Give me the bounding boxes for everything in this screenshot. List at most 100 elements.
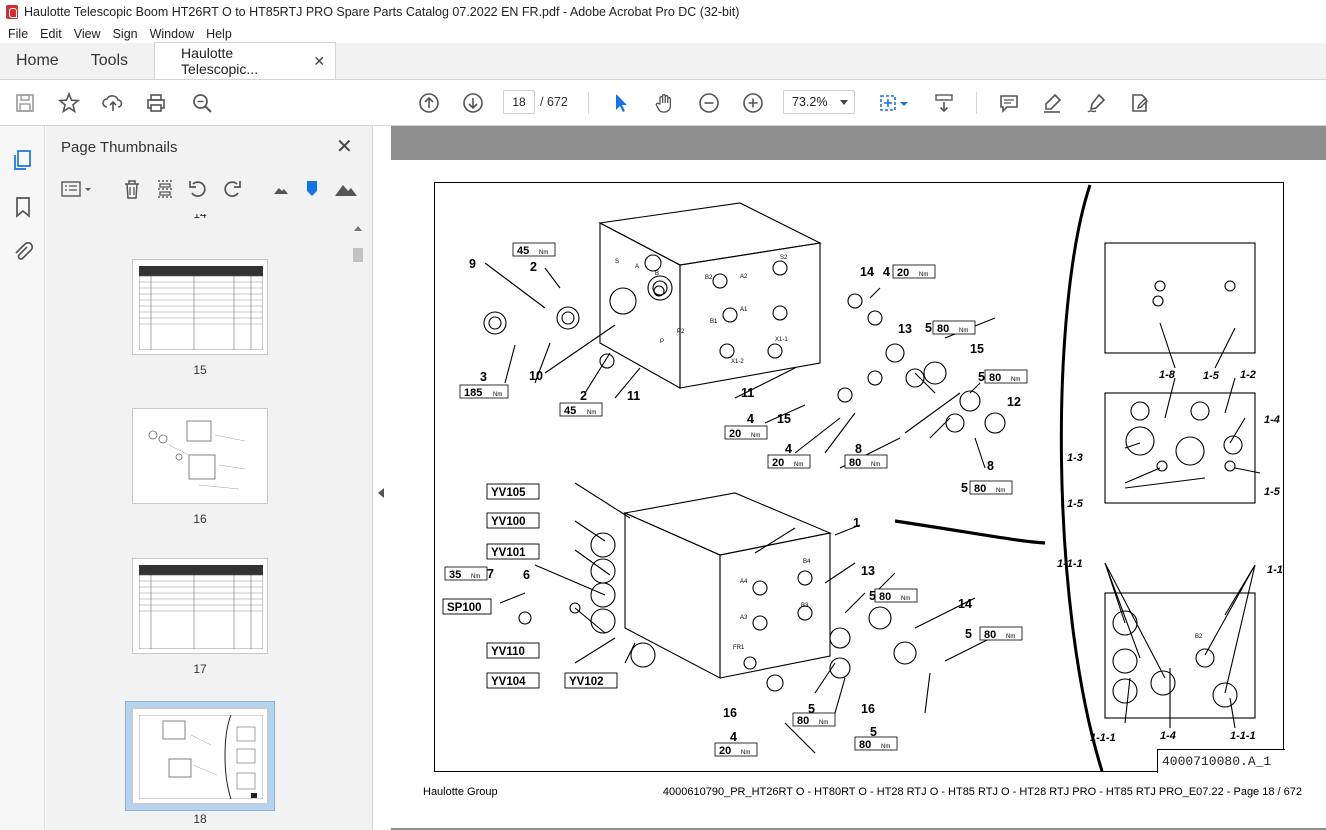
tab-home[interactable]: Home xyxy=(0,42,75,79)
torque-unit: Nm xyxy=(996,488,1005,494)
valve-label: YV105 xyxy=(491,487,526,499)
detail-label: 1-8 xyxy=(1159,369,1176,381)
item-number: 5 xyxy=(808,702,815,716)
table-page-preview xyxy=(139,565,263,649)
toolbar-divider xyxy=(588,92,589,114)
thumbnails-scrollbar[interactable] xyxy=(350,220,366,830)
scrollbar-track[interactable] xyxy=(352,240,364,830)
menu-bar: File Edit View Sign Window Help xyxy=(0,24,1326,43)
thumbnail-page-17[interactable] xyxy=(132,558,268,654)
sign-icon[interactable] xyxy=(1084,91,1108,115)
rotate-left-icon[interactable] xyxy=(187,178,209,200)
torque-unit: Nm xyxy=(794,462,803,468)
zoom-level-select[interactable]: 73.2% xyxy=(783,90,855,114)
tab-document-label: Haulotte Telescopic... xyxy=(181,45,259,77)
page-number-input[interactable]: 18 xyxy=(503,90,535,114)
item-number: 11 xyxy=(627,389,640,403)
highlight-icon[interactable] xyxy=(1040,91,1064,115)
tab-bar: Home Tools Haulotte Telescopic... ✕ xyxy=(0,42,1326,80)
thumbnail-small-icon[interactable] xyxy=(270,178,292,200)
extract-page-icon[interactable] xyxy=(154,178,176,200)
scroll-mode-icon[interactable] xyxy=(932,91,956,115)
rotate-right-icon[interactable] xyxy=(221,178,243,200)
thumbnail-page-18[interactable] xyxy=(132,708,268,804)
collapse-arrow-icon[interactable] xyxy=(378,488,384,498)
detail-label: 1-1-1 xyxy=(1090,732,1116,744)
thumbnail-size-slider-icon[interactable] xyxy=(301,178,323,200)
footer-doc-info: 4000610790_PR_HT26RT O - HT80RT O - HT28… xyxy=(662,786,1302,798)
page-up-icon[interactable] xyxy=(417,91,441,115)
panel-collapse-handle[interactable] xyxy=(373,126,391,830)
thumbnail-large-icon[interactable] xyxy=(333,178,359,200)
window-title: Haulotte Telescopic Boom HT26RT O to HT8… xyxy=(24,5,740,19)
port-label: FR1 xyxy=(733,645,745,651)
torque-label: 80 xyxy=(849,457,861,469)
page-thumbnails-icon[interactable] xyxy=(11,148,35,172)
menu-help[interactable]: Help xyxy=(206,27,232,41)
comment-icon[interactable] xyxy=(997,91,1021,115)
item-number: 4 xyxy=(747,412,754,426)
hand-icon[interactable] xyxy=(653,91,677,115)
upload-icon[interactable] xyxy=(101,91,125,115)
menu-edit[interactable]: Edit xyxy=(40,27,62,41)
footer-company: Haulotte Group xyxy=(423,786,498,798)
print-icon[interactable] xyxy=(144,91,168,115)
detail-label: 1-1-1 xyxy=(1230,730,1256,742)
item-number: 15 xyxy=(777,412,791,426)
torque-unit: Nm xyxy=(919,272,928,278)
zoom-in-icon[interactable] xyxy=(741,91,765,115)
torque-label: 35 xyxy=(449,569,461,581)
thumbnail-page-15[interactable] xyxy=(132,259,268,355)
title-bar: Haulotte Telescopic Boom HT26RT O to HT8… xyxy=(0,0,1326,24)
bookmark-icon[interactable] xyxy=(11,195,35,219)
item-number: 1 xyxy=(853,516,860,530)
torque-label: 185 xyxy=(464,387,482,399)
attachment-icon[interactable] xyxy=(11,240,35,264)
delete-page-icon[interactable] xyxy=(121,178,143,200)
fit-page-icon[interactable] xyxy=(876,91,900,115)
port-label: X1-1 xyxy=(775,337,788,343)
tab-tools[interactable]: Tools xyxy=(75,42,144,79)
menu-view[interactable]: View xyxy=(74,27,101,41)
item-number: 14 xyxy=(860,265,874,279)
close-panel-icon[interactable]: ✕ xyxy=(336,134,353,159)
item-number: 15 xyxy=(970,342,984,356)
search-zoom-icon[interactable] xyxy=(190,91,214,115)
torque-label: 20 xyxy=(897,267,909,279)
item-number: 5 xyxy=(961,481,968,495)
drawing-page-preview xyxy=(148,420,246,490)
menu-file[interactable]: File xyxy=(8,27,28,41)
detail-label: 1-5 xyxy=(1067,498,1084,510)
tab-document[interactable]: Haulotte Telescopic... ✕ xyxy=(154,42,337,79)
save-icon[interactable] xyxy=(13,91,37,115)
document-viewport[interactable]: 45 185 45 20 20 80 80 20 80 80 35 80 80 … xyxy=(391,126,1326,830)
left-rail xyxy=(0,126,45,830)
zoom-out-icon[interactable] xyxy=(697,91,721,115)
zoom-level-value: 73.2% xyxy=(792,95,828,109)
port-label: B xyxy=(655,271,659,277)
pdf-page: 45 185 45 20 20 80 80 20 80 80 35 80 80 … xyxy=(391,160,1326,828)
drawing-reference: 4000710080.A_1 xyxy=(1157,749,1285,773)
valve-label: YV104 xyxy=(491,676,526,688)
star-icon[interactable] xyxy=(57,91,81,115)
menu-window[interactable]: Window xyxy=(150,27,194,41)
close-tab-icon[interactable]: ✕ xyxy=(313,53,325,70)
detail-label: 1-1-1 xyxy=(1057,558,1083,570)
scroll-up-icon[interactable] xyxy=(354,226,362,231)
torque-label: 20 xyxy=(729,428,741,440)
edit-pdf-icon[interactable] xyxy=(1128,91,1152,115)
page-down-icon[interactable] xyxy=(461,91,485,115)
menu-sign[interactable]: Sign xyxy=(113,27,138,41)
torque-unit: Nm xyxy=(881,744,890,750)
torque-label: 80 xyxy=(974,483,986,495)
item-number: 11 xyxy=(741,386,754,400)
fit-dropdown-chevron-icon[interactable] xyxy=(898,91,910,115)
thumbnail-options-icon[interactable] xyxy=(60,178,94,200)
thumbnail-label-17: 17 xyxy=(193,662,207,676)
port-label: A3 xyxy=(740,615,748,621)
detail-label: 1-4 xyxy=(1160,730,1176,742)
port-label: X1-2 xyxy=(731,359,744,365)
thumbnail-page-16[interactable] xyxy=(132,408,268,504)
cursor-icon[interactable] xyxy=(609,91,633,115)
scrollbar-thumb[interactable] xyxy=(353,248,363,262)
